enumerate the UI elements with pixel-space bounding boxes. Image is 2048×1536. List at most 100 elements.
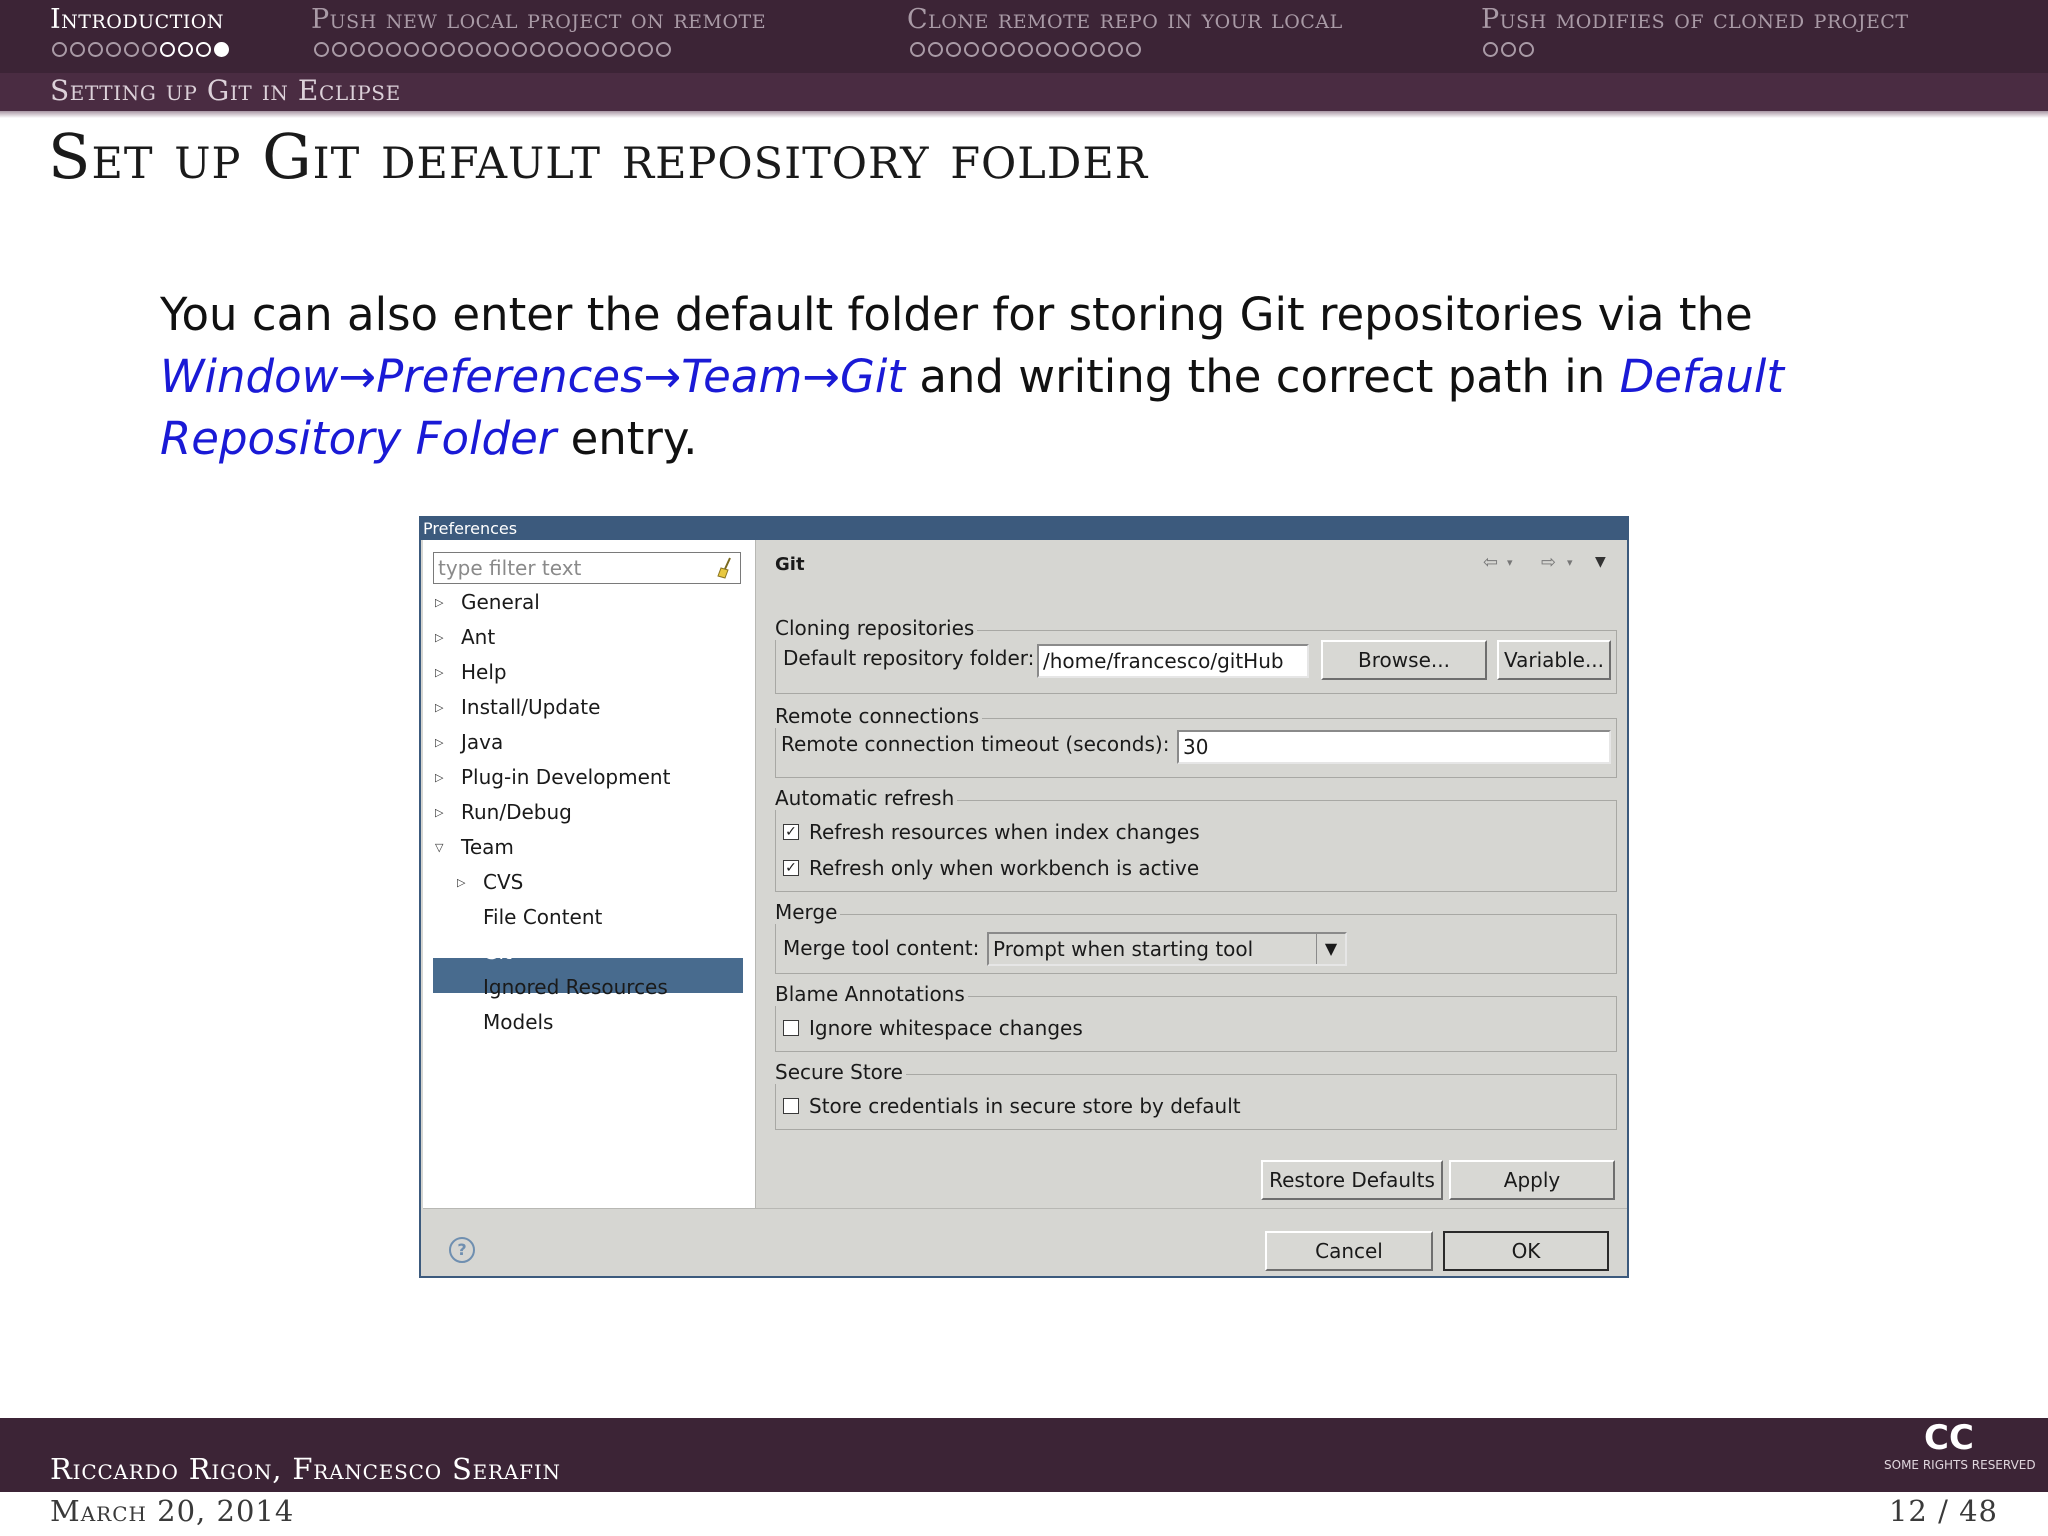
- nav-dot[interactable]: [476, 42, 491, 57]
- nav-dot[interactable]: [964, 42, 979, 57]
- nav-dot[interactable]: [1483, 42, 1498, 57]
- tree-expand-icon[interactable]: ▷: [435, 596, 443, 609]
- tree-item-label: Ignored Resources: [483, 975, 668, 999]
- nav-dot[interactable]: [602, 42, 617, 57]
- tree-expand-icon[interactable]: ▷: [435, 736, 443, 749]
- tree-expand-icon[interactable]: ▷: [435, 771, 443, 784]
- tree-expand-icon[interactable]: ▷: [435, 806, 443, 819]
- nav-dot[interactable]: [946, 42, 961, 57]
- merge-group-label: Merge: [775, 900, 841, 924]
- refresh-index-checkbox[interactable]: ✓: [783, 824, 799, 840]
- ignore-whitespace-checkbox[interactable]: [783, 1020, 799, 1036]
- tree-expand-icon[interactable]: ▷: [435, 666, 443, 679]
- dropdown-arrow-icon[interactable]: ▼: [1316, 934, 1345, 964]
- nav-dots-push-modifies: [1483, 42, 1534, 60]
- timeout-input[interactable]: 30: [1177, 730, 1611, 764]
- nav-dot[interactable]: [1054, 42, 1069, 57]
- nav-dot[interactable]: [982, 42, 997, 57]
- help-icon[interactable]: ?: [449, 1237, 475, 1263]
- nav-dot[interactable]: [584, 42, 599, 57]
- nav-dot[interactable]: [350, 42, 365, 57]
- refresh-index-label: Refresh resources when index changes: [809, 820, 1200, 844]
- nav-dot[interactable]: [1126, 42, 1141, 57]
- apply-button[interactable]: Apply: [1449, 1160, 1615, 1200]
- view-menu-icon[interactable]: ▼: [1595, 554, 1606, 570]
- nav-dot[interactable]: [142, 42, 157, 57]
- nav-dot[interactable]: [1018, 42, 1033, 57]
- nav-dots-push-new-local-project: [314, 42, 671, 60]
- back-arrow-icon[interactable]: ⇦: [1483, 552, 1498, 573]
- nav-section-clone-remote-repo[interactable]: Clone remote repo in your local: [907, 4, 1343, 35]
- nav-dot[interactable]: [928, 42, 943, 57]
- tree-expand-icon[interactable]: ▷: [435, 631, 443, 644]
- forward-menu-icon[interactable]: ▾: [1567, 556, 1573, 569]
- tree-item-label: Ant: [461, 625, 496, 649]
- tree-item-label: Run/Debug: [461, 800, 572, 824]
- nav-dot[interactable]: [178, 42, 193, 57]
- nav-dot[interactable]: [440, 42, 455, 57]
- back-menu-icon[interactable]: ▾: [1507, 556, 1513, 569]
- nav-dot[interactable]: [512, 42, 527, 57]
- nav-dot[interactable]: [530, 42, 545, 57]
- nav-dot[interactable]: [88, 42, 103, 57]
- nav-dot[interactable]: [656, 42, 671, 57]
- nav-dot[interactable]: [422, 42, 437, 57]
- footer-authors: Riccardo Rigon, Francesco Serafin: [50, 1452, 561, 1486]
- forward-arrow-icon[interactable]: ⇨: [1541, 552, 1556, 573]
- nav-dot[interactable]: [1072, 42, 1087, 57]
- nav-dot[interactable]: [368, 42, 383, 57]
- default-folder-input[interactable]: /home/francesco/gitHub: [1037, 644, 1309, 678]
- nav-dot[interactable]: [1036, 42, 1051, 57]
- header-shadow: [0, 111, 2048, 118]
- nav-dot[interactable]: [566, 42, 581, 57]
- merge-tool-select[interactable]: Prompt when starting tool ▼: [987, 932, 1347, 966]
- browse-button[interactable]: Browse...: [1321, 640, 1487, 680]
- filter-input[interactable]: type filter text: [433, 552, 741, 584]
- nav-dot[interactable]: [70, 42, 85, 57]
- tree-item-label: Install/Update: [461, 695, 601, 719]
- nav-dots-clone-remote-repo: [910, 42, 1141, 60]
- nav-dot[interactable]: [160, 42, 175, 57]
- tree-expand-icon[interactable]: ▷: [435, 701, 443, 714]
- nav-section-push-new-local-project[interactable]: Push new local project on remote: [311, 4, 766, 35]
- default-folder-label: Default repository folder:: [783, 646, 1035, 670]
- restore-defaults-button[interactable]: Restore Defaults: [1261, 1160, 1443, 1200]
- tree-item-label: Git: [483, 940, 512, 964]
- nav-dot[interactable]: [332, 42, 347, 57]
- preferences-dialog: Preferences type filter text ▷ General ▷ An…: [419, 516, 1629, 1278]
- nav-dot[interactable]: [548, 42, 563, 57]
- nav-dot[interactable]: [620, 42, 635, 57]
- cc-logo-caption: SOME RIGHTS RESERVED: [1884, 1458, 2036, 1472]
- nav-dot[interactable]: [1090, 42, 1105, 57]
- tree-collapse-icon[interactable]: ▽: [435, 841, 443, 854]
- ok-button[interactable]: OK: [1443, 1231, 1609, 1271]
- variable-button[interactable]: Variable...: [1497, 640, 1611, 680]
- preferences-tree-pane: type filter text ▷ General ▷ Ant ▷ Help ▷ Insta…: [423, 540, 756, 1208]
- nav-dot[interactable]: [910, 42, 925, 57]
- refresh-active-checkbox[interactable]: ✓: [783, 860, 799, 876]
- cancel-button[interactable]: Cancel: [1265, 1231, 1433, 1271]
- nav-dot[interactable]: [314, 42, 329, 57]
- nav-dot[interactable]: [1108, 42, 1123, 57]
- nav-dot[interactable]: [52, 42, 67, 57]
- nav-dot[interactable]: [458, 42, 473, 57]
- nav-section-introduction[interactable]: Introduction: [50, 4, 224, 35]
- nav-dot[interactable]: [638, 42, 653, 57]
- nav-dot[interactable]: [1501, 42, 1516, 57]
- secure-group-label: Secure Store: [775, 1060, 906, 1084]
- nav-dot[interactable]: [196, 42, 211, 57]
- dialog-button-bar: ? Cancel OK: [423, 1208, 1627, 1277]
- nav-dot[interactable]: [386, 42, 401, 57]
- store-credentials-checkbox[interactable]: [783, 1098, 799, 1114]
- clear-filter-icon[interactable]: [716, 557, 734, 579]
- tree-expand-icon[interactable]: ▷: [457, 946, 465, 959]
- nav-section-push-modifies[interactable]: Push modifies of cloned project: [1481, 4, 1909, 35]
- nav-dot[interactable]: [494, 42, 509, 57]
- nav-dot[interactable]: [1000, 42, 1015, 57]
- tree-expand-icon[interactable]: ▷: [457, 876, 465, 889]
- nav-dot[interactable]: [106, 42, 121, 57]
- nav-dot[interactable]: [214, 42, 229, 57]
- nav-dot[interactable]: [1519, 42, 1534, 57]
- nav-dot[interactable]: [404, 42, 419, 57]
- nav-dot[interactable]: [124, 42, 139, 57]
